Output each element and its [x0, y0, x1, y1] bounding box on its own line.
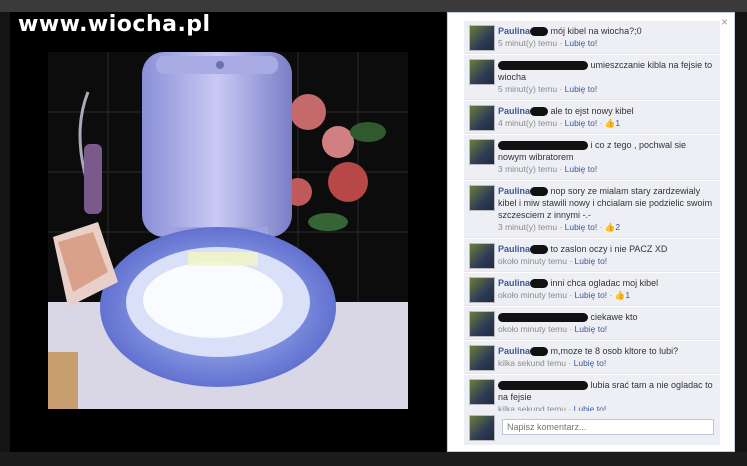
- redaction-mark: [498, 313, 588, 323]
- comment-item: Paulina nop sory ze mialam stary zardzew…: [464, 181, 720, 238]
- thumbs-up-icon[interactable]: 👍: [605, 222, 616, 232]
- comment-author[interactable]: Paulina: [498, 244, 530, 254]
- like-link[interactable]: Lubię to!: [574, 358, 607, 368]
- comment-text: m,moze te 8 osob kltore to lubi?: [550, 346, 679, 356]
- comment-item: Paulina to zaslon oczy i nie PACZ XD okoł…: [464, 239, 720, 272]
- like-count: 1: [625, 290, 631, 300]
- comment-meta: około minuty temu · Lubię to!: [498, 256, 608, 266]
- avatar[interactable]: [469, 105, 495, 131]
- comment-meta: 5 minut(y) temu · Lubię to!: [498, 84, 598, 94]
- watermark: www.wiocha.pl: [18, 12, 211, 37]
- comment-body: ciekawe kto: [498, 311, 716, 323]
- thumbs-up-icon[interactable]: 👍: [605, 118, 616, 128]
- like-link[interactable]: Lubię to!: [565, 84, 598, 94]
- comment-author[interactable]: Paulina: [498, 26, 530, 36]
- like-link[interactable]: Lubię to!: [565, 118, 598, 128]
- comment-meta: około minuty temu · Lubię to!: [498, 324, 608, 334]
- redaction-mark: [530, 245, 549, 255]
- avatar[interactable]: [469, 379, 495, 405]
- comment-meta: około minuty temu · Lubię to! · 👍1: [498, 290, 631, 300]
- comment-author[interactable]: Paulina: [498, 278, 530, 288]
- comment-author[interactable]: Paulina: [498, 106, 530, 116]
- redaction-mark: [530, 27, 549, 37]
- comment-composer: [464, 411, 720, 445]
- comment-text: mój kibel na wiocha?;0: [550, 26, 642, 36]
- avatar[interactable]: [469, 25, 495, 51]
- comment-time: 3 minut(y) temu: [498, 222, 558, 232]
- comment-body: i co z tego , pochwal sie nowym wibrator…: [498, 139, 716, 163]
- redaction-mark: [530, 347, 549, 357]
- avatar[interactable]: [469, 185, 495, 211]
- page-top-bar: [0, 0, 747, 12]
- redaction-mark: [498, 61, 588, 71]
- redaction-mark: [498, 141, 588, 151]
- comment-item: Paulina inni chca ogladac moj kibel około…: [464, 273, 720, 306]
- comment-time: około minuty temu: [498, 324, 567, 334]
- like-link[interactable]: Lubię to!: [575, 324, 608, 334]
- avatar[interactable]: [469, 345, 495, 371]
- comment-body: Paulina nop sory ze mialam stary zardzew…: [498, 185, 716, 221]
- comment-item: Paulina mój kibel na wiocha?;0 5 minut(y)…: [464, 21, 720, 54]
- comment-item: i co z tego , pochwal sie nowym wibrator…: [464, 135, 720, 180]
- comment-meta: 3 minut(y) temu · Lubię to! · 👍2: [498, 222, 621, 232]
- comment-time: 4 minut(y) temu: [498, 118, 558, 128]
- like-link[interactable]: Lubię to!: [565, 38, 598, 48]
- avatar[interactable]: [469, 243, 495, 269]
- comment-time: kilka sekund temu: [498, 358, 567, 368]
- comment-author[interactable]: Paulina: [498, 346, 530, 356]
- avatar[interactable]: [469, 139, 495, 165]
- redaction-mark: [530, 279, 549, 289]
- comment-time: 3 minut(y) temu: [498, 164, 558, 174]
- comment-time: około minuty temu: [498, 256, 567, 266]
- like-count: 2: [615, 222, 621, 232]
- redaction-mark: [530, 107, 549, 117]
- comment-time: 5 minut(y) temu: [498, 84, 558, 94]
- comment-meta: kilka sekund temu · Lubię to!: [498, 358, 607, 368]
- redaction-mark: [498, 381, 588, 391]
- photo-viewer: [10, 12, 446, 452]
- comment-item: Paulina m,moze te 8 osob kltore to lubi?…: [464, 341, 720, 374]
- avatar: [469, 415, 495, 441]
- comment-time: około minuty temu: [498, 290, 567, 300]
- comment-meta: 3 minut(y) temu · Lubię to!: [498, 164, 598, 174]
- comment-list: Paulina mój kibel na wiocha?;0 5 minut(y)…: [464, 21, 720, 421]
- comment-item: Paulina ale to ejst nowy kibel 4 minut(y)…: [464, 101, 720, 134]
- comment-meta: 5 minut(y) temu · Lubię to!: [498, 38, 598, 48]
- comment-item: umieszczanie kibla na fejsie to wiocha 5 …: [464, 55, 720, 100]
- close-icon[interactable]: ×: [721, 15, 728, 29]
- avatar[interactable]: [469, 277, 495, 303]
- comment-text: inni chca ogladac moj kibel: [550, 278, 659, 288]
- comment-time: 5 minut(y) temu: [498, 38, 558, 48]
- comment-input[interactable]: [502, 419, 714, 435]
- comment-body: umieszczanie kibla na fejsie to wiocha: [498, 59, 716, 83]
- comment-text: ciekawe kto: [590, 312, 638, 322]
- comment-body: Paulina ale to ejst nowy kibel: [498, 105, 716, 117]
- comment-author[interactable]: Paulina: [498, 186, 530, 196]
- comment-body: Paulina to zaslon oczy i nie PACZ XD: [498, 243, 716, 255]
- like-link[interactable]: Lubię to!: [565, 164, 598, 174]
- redaction-mark: [530, 187, 549, 197]
- comments-panel: × Paulina mój kibel na wiocha?;0 5 minut(…: [447, 12, 735, 452]
- avatar[interactable]: [469, 59, 495, 85]
- like-link[interactable]: Lubię to!: [565, 222, 598, 232]
- like-link[interactable]: Lubię to!: [575, 256, 608, 266]
- comment-body: Paulina m,moze te 8 osob kltore to lubi?: [498, 345, 716, 357]
- like-link[interactable]: Lubię to!: [575, 290, 608, 300]
- page-bottom-bar: [0, 452, 747, 466]
- avatar[interactable]: [469, 311, 495, 337]
- thumbs-up-icon[interactable]: 👍: [615, 290, 626, 300]
- comment-meta: 4 minut(y) temu · Lubię to! · 👍1: [498, 118, 621, 128]
- comment-body: Paulina mój kibel na wiocha?;0: [498, 25, 716, 37]
- comment-text: to zaslon oczy i nie PACZ XD: [550, 244, 668, 254]
- comment-text: ale to ejst nowy kibel: [550, 106, 634, 116]
- comment-body: Paulina inni chca ogladac moj kibel: [498, 277, 716, 289]
- comment-item: ciekawe kto około minuty temu · Lubię to!: [464, 307, 720, 340]
- like-count: 1: [615, 118, 621, 128]
- comment-body: lubia srać tam a nie ogladac to na fejsi…: [498, 379, 716, 403]
- toilet-photo[interactable]: [48, 52, 408, 409]
